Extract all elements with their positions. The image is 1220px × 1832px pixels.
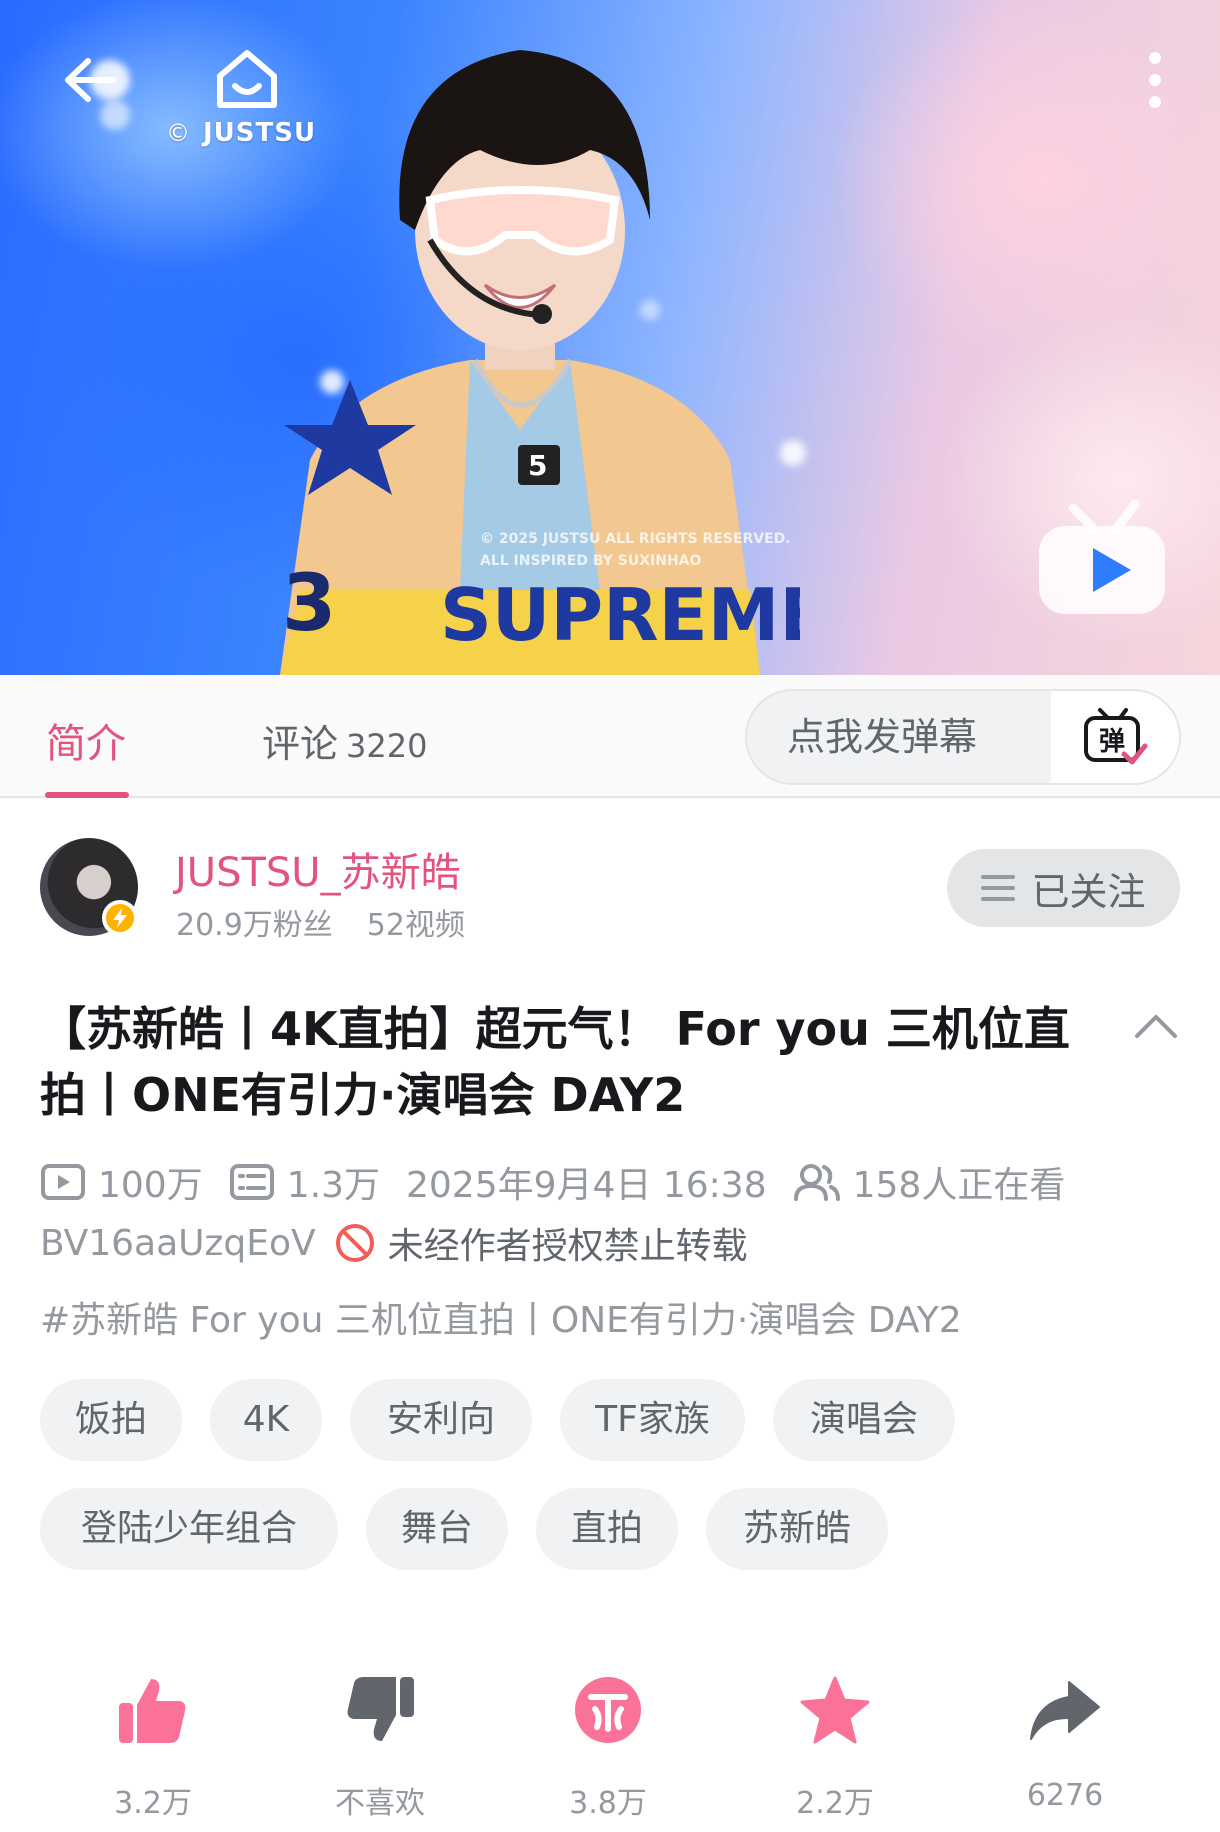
- tab-active-indicator: [45, 792, 129, 798]
- thumbs-up-icon: [119, 1679, 186, 1743]
- tag-chip[interactable]: 4K: [210, 1379, 322, 1461]
- tag-chip[interactable]: TF家族: [560, 1379, 745, 1461]
- danmaku-toggle-icon: 弹: [1084, 708, 1148, 765]
- tag-chip[interactable]: 苏新皓: [706, 1488, 888, 1570]
- copyright-notice: 未经作者授权禁止转载: [334, 1217, 748, 1269]
- topic-tag-line[interactable]: #苏新皓 For you 三机位直拍丨ONE有引力·演唱会 DAY2: [40, 1291, 962, 1343]
- verified-badge-icon: [102, 900, 138, 936]
- coin-icon: [575, 1677, 641, 1743]
- uploader-name[interactable]: JUSTSU_苏新皓: [175, 840, 461, 898]
- back-arrow-icon: [65, 58, 117, 102]
- tab-comments-label: 评论: [262, 722, 339, 766]
- watching-count: 158人正在看: [793, 1156, 1065, 1208]
- bilibili-tv-icon[interactable]: [1035, 490, 1170, 620]
- home-icon: [217, 50, 277, 108]
- like-button[interactable]: 3.2万: [78, 1672, 228, 1822]
- danmaku-input[interactable]: 点我发弹幕: [747, 691, 1051, 783]
- more-vertical-icon: [1149, 52, 1161, 108]
- performer-image: 3 SUPREME 5: [280, 50, 800, 675]
- publish-time: 2025年9月4日 16:38: [405, 1165, 767, 1206]
- danmaku-toggle-button[interactable]: 弹: [1051, 691, 1179, 783]
- video-player[interactable]: 3 SUPREME 5 © JUSTSU © 2025 JUSTSU ALL RI…: [0, 0, 1220, 675]
- tag-chip[interactable]: 饭拍: [40, 1379, 182, 1461]
- share-icon: [1030, 1681, 1100, 1740]
- video-title: 【苏新皓丨4K直拍】超元气！ For you 三机位直拍丨ONE有引力·演唱会 …: [40, 1002, 1070, 1122]
- tag-chip[interactable]: 演唱会: [773, 1379, 955, 1461]
- tab-bar: 简介 评论 3220 点我发弹幕 弹: [0, 675, 1220, 798]
- danmaku-bar: 点我发弹幕 弹: [745, 689, 1181, 785]
- tag-chip[interactable]: 直拍: [536, 1488, 678, 1570]
- share-button[interactable]: 6276: [990, 1672, 1140, 1813]
- play-count-icon: [41, 1164, 85, 1200]
- no-repost-icon: [335, 1224, 374, 1262]
- svg-text:5: 5: [528, 449, 547, 482]
- star-icon: [800, 1676, 870, 1744]
- danmaku-count-icon: [229, 1164, 274, 1200]
- danmaku-count: 1.3万: [229, 1156, 380, 1208]
- back-button[interactable]: [55, 45, 125, 115]
- tag-chip[interactable]: 登陆少年组合: [40, 1488, 338, 1570]
- tag-chip[interactable]: 舞台: [366, 1488, 508, 1570]
- uploader-avatar[interactable]: [40, 838, 138, 936]
- chevron-up-icon[interactable]: [1134, 1010, 1178, 1040]
- menu-icon: [981, 875, 1016, 901]
- home-button[interactable]: [206, 42, 288, 116]
- video-id-row: BV16aaUzqEoV 未经作者授权禁止转载: [40, 1217, 774, 1269]
- favorite-button[interactable]: 2.2万: [760, 1672, 910, 1822]
- tab-comments[interactable]: 评论 3220: [262, 713, 427, 768]
- video-watermark: © 2025 JUSTSU ALL RIGHTS RESERVED. ALL I…: [480, 531, 791, 569]
- bvid: BV16aaUzqEoV: [40, 1222, 316, 1264]
- play-count: 100万: [40, 1156, 203, 1208]
- channel-watermark: © JUSTSU: [166, 118, 317, 148]
- followed-button[interactable]: 已关注: [947, 849, 1180, 927]
- svg-text:SUPREME: SUPREME: [440, 573, 800, 657]
- coin-button[interactable]: 3.8万: [533, 1672, 683, 1822]
- tag-chip[interactable]: 安利向: [350, 1379, 532, 1461]
- followed-label: 已关注: [1031, 869, 1146, 914]
- dislike-button[interactable]: 不喜欢: [305, 1672, 455, 1822]
- uploader-fans: 20.9万粉丝: [176, 908, 333, 943]
- viewers-icon: [793, 1164, 840, 1201]
- video-stats-row: 100万 1.3万 2025年9月4日 16:38 158人正在看: [40, 1156, 1091, 1208]
- tab-intro[interactable]: 简介: [46, 711, 126, 769]
- svg-text:弹: 弹: [1099, 727, 1125, 757]
- thumbs-down-icon: [347, 1677, 414, 1741]
- uploader-stats: 20.9万粉丝 52视频: [176, 900, 465, 944]
- uploader-videos: 52视频: [366, 908, 465, 943]
- svg-text:3: 3: [282, 559, 336, 649]
- tab-comments-count: 3220: [346, 727, 428, 765]
- more-button[interactable]: [1130, 45, 1180, 115]
